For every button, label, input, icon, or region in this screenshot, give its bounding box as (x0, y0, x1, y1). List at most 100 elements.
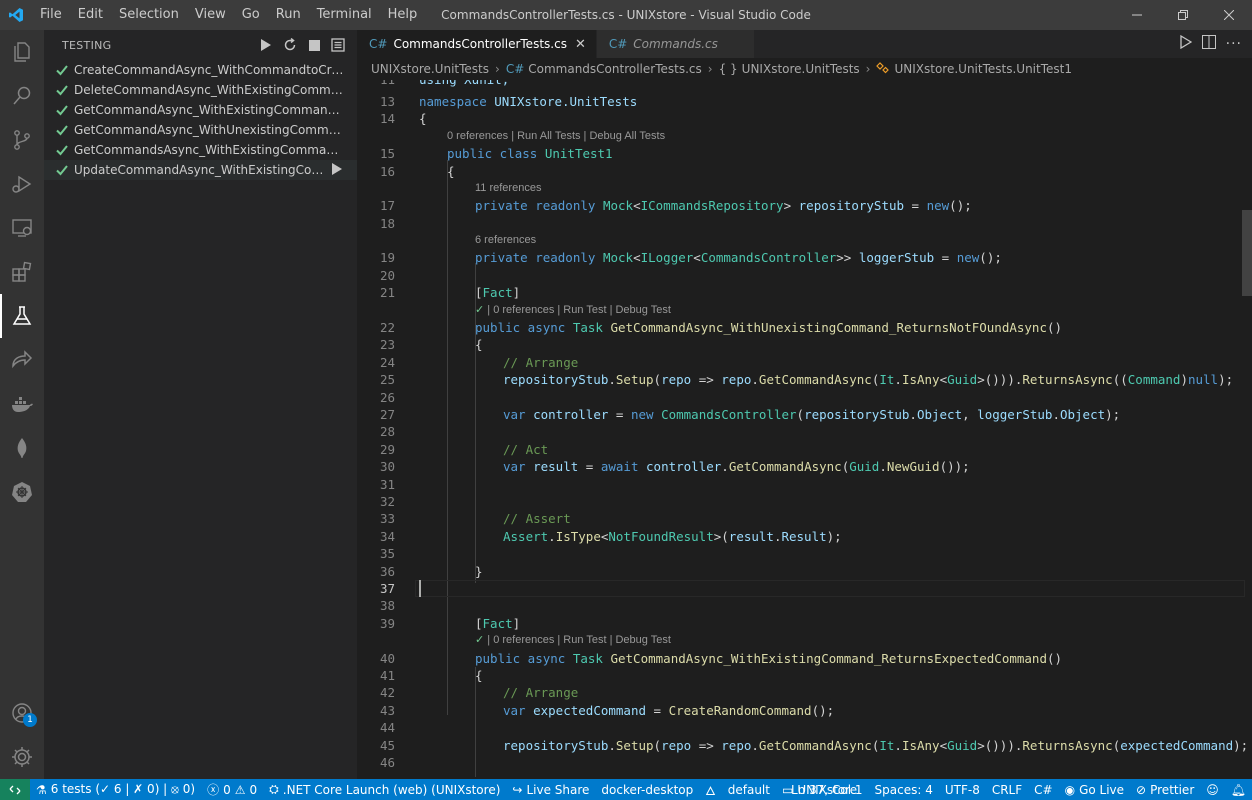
indentation-text: Spaces: 4 (874, 782, 933, 797)
code-token: ( (653, 372, 662, 387)
menu-view[interactable]: View (187, 0, 234, 30)
breadcrumb-item[interactable]: UNIXstore.UnitTests (371, 62, 489, 76)
testing-icon[interactable] (0, 294, 44, 338)
remote-indicator-icon[interactable] (0, 779, 30, 800)
code-lens[interactable]: ✓ | 0 references | Run Test | Debug Test (357, 632, 1237, 649)
stop-tests-icon[interactable] (305, 36, 323, 54)
restore-icon[interactable] (1160, 0, 1206, 30)
code-text: public class UnitTest1 (447, 145, 613, 162)
cursor-position[interactable]: Ln 37, Col 1 (785, 779, 869, 800)
flask-icon: ⚗ (36, 782, 47, 797)
debug-icon: ⛭ (269, 782, 279, 796)
docker-icon[interactable] (0, 382, 44, 426)
end-of-line[interactable]: CRLF (986, 779, 1028, 800)
code-text: private readonly Mock<ILogger<CommandsCo… (475, 249, 1002, 266)
line-number: 35 (379, 546, 395, 561)
code-token: () (1046, 651, 1063, 666)
warning-count: 0 (249, 782, 258, 797)
close-tab-icon[interactable]: ✕ (575, 37, 586, 52)
run-test-icon[interactable] (331, 162, 343, 179)
test-item[interactable]: UpdateCommandAsync_WithExistingComman... (44, 160, 357, 180)
code-token: Task (572, 651, 603, 666)
search-icon[interactable] (0, 74, 44, 118)
feedback[interactable]: ☺ (1200, 779, 1225, 800)
line-number: 41 (379, 668, 395, 683)
menu-file[interactable]: File (32, 0, 70, 30)
code-lens[interactable]: 6 references (357, 232, 1237, 249)
menu-edit[interactable]: Edit (70, 0, 111, 30)
breadcrumb-item[interactable]: CommandsControllerTests.cs (528, 62, 702, 76)
code-editor[interactable]: 11 using Xunit; 13 namespace UNIXstore.Unit… (357, 80, 1252, 779)
breadcrumb-item[interactable]: UNIXstore.UnitTests.UnitTest1 (894, 62, 1072, 76)
test-item[interactable]: GetCommandsAsync_WithExistingCommand_Ret… (44, 140, 357, 160)
code-token: Task (572, 320, 603, 335)
code-token: < (939, 372, 948, 387)
line-number: 31 (379, 477, 395, 492)
explorer-icon[interactable] (0, 30, 44, 74)
indentation[interactable]: Spaces: 4 (869, 779, 939, 800)
launch-config[interactable]: ⛭ .NET Core Launch (web) (UNIXstore) (263, 779, 506, 800)
menu-terminal[interactable]: Terminal (309, 0, 380, 30)
menu-help[interactable]: Help (380, 0, 426, 30)
extensions-icon[interactable] (0, 250, 44, 294)
docker-context[interactable]: docker-desktop (595, 779, 699, 800)
go-live[interactable]: ◉ Go Live (1059, 779, 1130, 800)
live-share-status[interactable]: ↪ Live Share (506, 779, 595, 800)
code-lens[interactable]: 0 references | Run All Tests | Debug All… (357, 128, 1237, 145)
code-token: IsAny (901, 372, 940, 387)
more-actions-icon[interactable]: ··· (1226, 36, 1242, 52)
test-item[interactable]: GetCommandAsync_WithExistingCommand_Retu… (44, 100, 357, 120)
scrollbar-thumb[interactable] (1242, 210, 1252, 296)
code-token: ); (826, 529, 842, 544)
run-debug-icon[interactable] (0, 162, 44, 206)
run-file-icon[interactable] (1179, 34, 1192, 53)
live-share-icon[interactable] (0, 338, 44, 382)
code-token: = (934, 250, 957, 265)
chevron-right-icon: › (865, 62, 871, 76)
source-control-icon[interactable] (0, 118, 44, 162)
code-token: ] (512, 285, 521, 300)
breadcrumb-item[interactable]: UNIXstore.UnitTests (742, 62, 860, 76)
test-status[interactable]: ⚗ 6 tests (✓ 6 | ✗ 0) | ⦻ 0) (30, 779, 201, 800)
code-token: result (728, 529, 774, 544)
code-token: new (630, 407, 654, 422)
close-window-icon[interactable] (1206, 0, 1252, 30)
tab-commandscontrollertests[interactable]: C# CommandsControllerTests.cs ✕ (357, 30, 597, 58)
refresh-tests-icon[interactable] (281, 36, 299, 54)
vertical-scrollbar[interactable] (1240, 80, 1252, 779)
launch-config-text: .NET Core Launch (web) (UNIXstore) (282, 782, 501, 797)
code-lens-text: 11 references (475, 182, 542, 194)
test-item[interactable]: DeleteCommandAsync_WithExistingCommand_R… (44, 80, 357, 100)
split-editor-icon[interactable] (1201, 35, 1216, 53)
code-token: = (608, 407, 631, 422)
code-lens[interactable]: ✓ | 0 references | Run Test | Debug Test (357, 302, 1237, 319)
line-number: 30 (379, 459, 395, 474)
notifications[interactable]: 🔔︎ (1225, 779, 1252, 800)
remote-explorer-icon[interactable] (0, 206, 44, 250)
code-lens[interactable]: 11 references (357, 180, 1237, 197)
language-mode[interactable]: C# (1028, 779, 1058, 800)
menu-go[interactable]: Go (234, 0, 268, 30)
problems-status[interactable]: ⓧ 0 ⚠ 0 (201, 779, 263, 800)
accounts-icon[interactable]: 1 (0, 691, 44, 735)
prettier[interactable]: ⊘ Prettier (1130, 779, 1200, 800)
menu-selection[interactable]: Selection (111, 0, 187, 30)
line-number: 42 (379, 685, 395, 700)
kube-context[interactable]: 🜂 default (699, 779, 776, 800)
run-all-tests-icon[interactable] (257, 36, 275, 54)
manage-gear-icon[interactable] (0, 735, 44, 779)
encoding[interactable]: UTF-8 (939, 779, 986, 800)
test-item[interactable]: CreateCommandAsync_WithCommandtoCreate_R… (44, 60, 357, 80)
kubernetes-icon[interactable] (0, 470, 44, 514)
sidebar-title: TESTING (62, 38, 112, 52)
line-number: 18 (379, 216, 395, 231)
mongodb-icon[interactable] (0, 426, 44, 470)
test-item[interactable]: GetCommandAsync_WithUnexistingCommand_Re… (44, 120, 357, 140)
minimize-icon[interactable] (1114, 0, 1160, 30)
tab-commands[interactable]: C# Commands.cs (596, 30, 755, 58)
menu-run[interactable]: Run (268, 0, 309, 30)
show-output-icon[interactable] (329, 36, 347, 54)
